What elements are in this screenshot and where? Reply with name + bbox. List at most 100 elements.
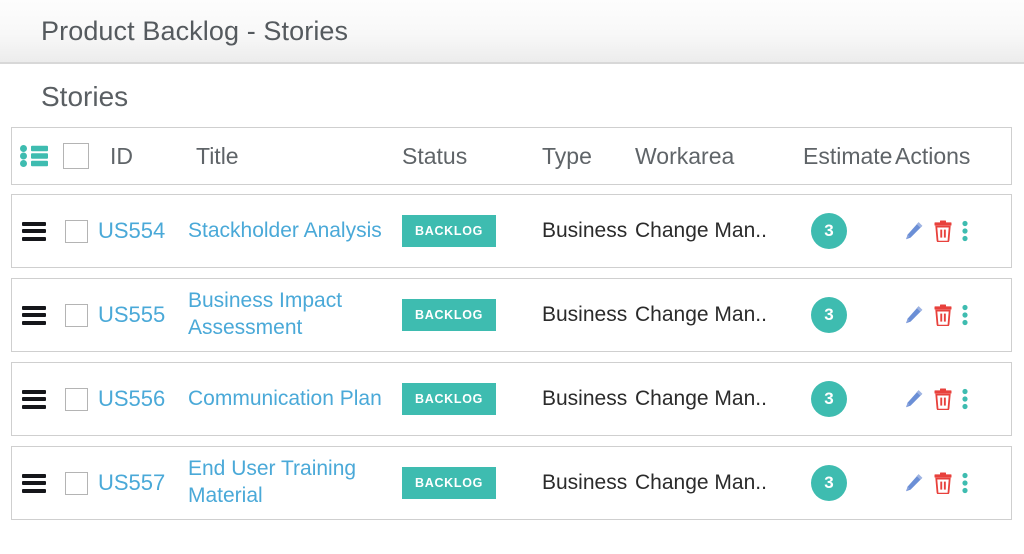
page-content: Stories ID Title Status Type Workarea Es…	[0, 81, 1024, 520]
story-id-link[interactable]: US556	[96, 386, 165, 411]
status-badge: BACKLOG	[402, 215, 497, 247]
row-checkbox[interactable]	[64, 303, 88, 327]
row-workarea-cell: Change Man..	[633, 387, 793, 411]
row-id-cell: US554	[96, 218, 178, 244]
story-id-link[interactable]: US554	[96, 218, 165, 243]
header-label-status: Status	[402, 142, 468, 169]
row-select-cell	[56, 471, 96, 495]
select-all-cell	[56, 143, 96, 169]
story-title-link[interactable]: End User Training Material	[188, 457, 356, 507]
table-header-row: ID Title Status Type Workarea Estimate A…	[11, 127, 1012, 185]
table-row[interactable]: US556 Communication Plan BACKLOG Busines…	[11, 362, 1012, 436]
row-status-cell: BACKLOG	[390, 467, 538, 499]
header-label-type: Type	[542, 142, 592, 169]
story-title-link[interactable]: Communication Plan	[188, 387, 382, 410]
row-actions-cell	[891, 472, 1001, 494]
row-type-cell: Business	[538, 471, 633, 495]
row-checkbox[interactable]	[64, 219, 88, 243]
table-body: US554 Stackholder Analysis BACKLOG Busin…	[11, 194, 1012, 520]
header-cell-workarea[interactable]: Workarea	[633, 143, 793, 170]
table-row[interactable]: US555 Business Impact Assessment BACKLOG…	[11, 278, 1012, 352]
row-workarea-cell: Change Man..	[633, 219, 793, 243]
row-estimate-cell: 3	[793, 381, 891, 417]
row-drag-cell	[12, 473, 56, 493]
row-type-cell: Business	[538, 387, 633, 411]
story-title-link[interactable]: Stackholder Analysis	[188, 219, 382, 242]
row-title-cell: Stackholder Analysis	[178, 218, 390, 245]
row-status-cell: BACKLOG	[390, 215, 538, 247]
row-drag-cell	[12, 389, 56, 409]
row-actions-cell	[891, 304, 1001, 326]
pencil-icon[interactable]	[903, 472, 925, 494]
pencil-icon[interactable]	[903, 220, 925, 242]
row-title-cell: Business Impact Assessment	[178, 288, 390, 342]
row-select-cell	[56, 303, 96, 327]
row-type-cell: Business	[538, 219, 633, 243]
header-cell-status[interactable]: Status	[390, 143, 538, 170]
table-row[interactable]: US557 End User Training Material BACKLOG…	[11, 446, 1012, 520]
row-drag-cell	[12, 221, 56, 241]
header-cell-actions: Actions	[891, 143, 1001, 170]
row-title-cell: Communication Plan	[178, 386, 390, 413]
table-row[interactable]: US554 Stackholder Analysis BACKLOG Busin…	[11, 194, 1012, 268]
estimate-badge: 3	[811, 297, 847, 333]
trash-icon[interactable]	[933, 388, 953, 410]
more-vertical-icon[interactable]	[961, 388, 969, 410]
row-status-cell: BACKLOG	[390, 299, 538, 331]
row-estimate-cell: 3	[793, 465, 891, 501]
row-estimate-cell: 3	[793, 297, 891, 333]
row-workarea-cell: Change Man..	[633, 303, 793, 327]
list-icon[interactable]	[20, 145, 48, 167]
story-id-link[interactable]: US557	[96, 470, 165, 495]
estimate-badge: 3	[811, 381, 847, 417]
row-type-cell: Business	[538, 303, 633, 327]
row-status-cell: BACKLOG	[390, 383, 538, 415]
window-title: Product Backlog - Stories	[41, 15, 349, 46]
trash-icon[interactable]	[933, 220, 953, 242]
header-cell-estimate[interactable]: Estimate	[793, 143, 892, 170]
status-badge: BACKLOG	[402, 299, 497, 331]
story-type: Business	[542, 387, 628, 410]
row-workarea-cell: Change Man..	[633, 471, 793, 495]
trash-icon[interactable]	[933, 304, 953, 326]
drag-handle-icon[interactable]	[22, 473, 46, 493]
more-vertical-icon[interactable]	[961, 304, 969, 326]
more-vertical-icon[interactable]	[961, 472, 969, 494]
story-id-link[interactable]: US555	[96, 302, 165, 327]
stories-table: ID Title Status Type Workarea Estimate A…	[11, 127, 1012, 520]
story-type: Business	[542, 303, 628, 326]
story-workarea: Change Man..	[635, 471, 767, 494]
estimate-badge: 3	[811, 213, 847, 249]
row-estimate-cell: 3	[793, 213, 891, 249]
pencil-icon[interactable]	[903, 388, 925, 410]
drag-handle-icon[interactable]	[22, 305, 46, 325]
status-badge: BACKLOG	[402, 467, 497, 499]
header-label-actions: Actions	[895, 142, 971, 169]
header-label-title: Title	[196, 142, 239, 169]
story-type: Business	[542, 219, 628, 242]
drag-handle-icon[interactable]	[22, 221, 46, 241]
row-title-cell: End User Training Material	[178, 456, 390, 510]
story-title-link[interactable]: Business Impact Assessment	[188, 289, 342, 339]
drag-handle-icon[interactable]	[22, 389, 46, 409]
row-id-cell: US555	[96, 302, 178, 328]
row-checkbox[interactable]	[64, 471, 88, 495]
story-workarea: Change Man..	[635, 303, 767, 326]
row-checkbox[interactable]	[64, 387, 88, 411]
row-drag-cell	[12, 305, 56, 325]
more-vertical-icon[interactable]	[961, 220, 969, 242]
header-label-workarea: Workarea	[635, 142, 735, 169]
select-all-checkbox[interactable]	[63, 143, 89, 169]
header-cell-title[interactable]: Title	[178, 143, 390, 170]
row-id-cell: US556	[96, 386, 178, 412]
header-cell-type[interactable]: Type	[538, 143, 633, 170]
trash-icon[interactable]	[933, 472, 953, 494]
pencil-icon[interactable]	[903, 304, 925, 326]
header-label-id: ID	[110, 142, 133, 169]
row-select-cell	[56, 387, 96, 411]
row-actions-cell	[891, 388, 1001, 410]
header-cell-id[interactable]: ID	[96, 143, 178, 170]
story-workarea: Change Man..	[635, 387, 767, 410]
estimate-badge: 3	[811, 465, 847, 501]
status-badge: BACKLOG	[402, 383, 497, 415]
